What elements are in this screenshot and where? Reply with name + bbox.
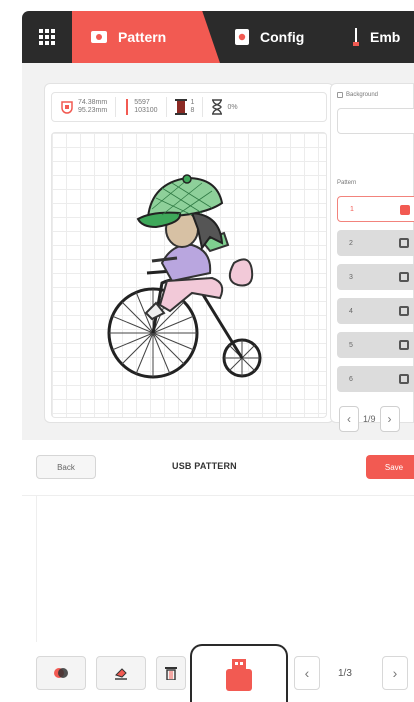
pattern-item[interactable]: 4 [337,298,414,324]
delete-button[interactable] [156,656,186,690]
trash-icon [165,667,177,680]
embroidery-design [107,174,262,379]
usb-source-tab[interactable] [190,644,288,702]
pattern-item[interactable]: 3 [337,264,414,290]
thread-info: 1 8 [167,97,204,117]
emb-icon [353,28,359,46]
delete-icon[interactable] [399,306,409,316]
bottom-toolbar: ‹ 1/3 › [22,644,414,702]
colors-icon [54,668,68,678]
background-checkbox[interactable] [337,92,343,98]
delete-icon[interactable] [399,374,409,384]
next-page-button[interactable]: › [379,406,400,432]
usb-page-indicator: 1/3 [338,668,352,679]
delete-icon[interactable] [399,340,409,350]
time-progress: 0% [227,103,238,111]
size-width: 74.38mm [78,99,108,106]
usb-next-page-button[interactable]: › [382,656,408,690]
background-selector[interactable] [337,108,414,134]
usb-icon [226,659,252,691]
main-panel: 74.38mm 95.23mm 5597 103100 1 8 0% Backg… [22,63,414,440]
size-height: 95.23mm [78,107,108,114]
pattern-pager: ‹ 1/9 › [339,406,400,432]
chevron-left-icon: ‹ [347,412,351,426]
config-icon [235,29,249,45]
usb-prev-page-button[interactable]: ‹ [294,656,320,690]
delete-icon[interactable] [400,205,410,215]
thread-spool-icon [174,99,187,115]
tab-pattern[interactable]: Pattern [72,11,220,63]
tab-emb[interactable]: Emb [340,11,414,63]
menu-button[interactable] [22,11,72,63]
tab-pattern-label: Pattern [118,29,167,45]
pattern-list: 1 2 3 4 5 6 [337,196,414,400]
thread-total: 8 [190,107,195,114]
pattern-item[interactable]: 2 [337,230,414,256]
delete-icon[interactable] [399,238,409,248]
chevron-right-icon: › [387,412,392,426]
delete-icon[interactable] [399,272,409,282]
background-label: Background [337,92,378,98]
pattern-info-row: 74.38mm 95.23mm 5597 103100 1 8 0% [51,92,327,122]
prev-page-button[interactable]: ‹ [339,406,359,432]
eraser-icon [115,668,127,680]
tab-config-label: Config [260,29,305,45]
thread-current: 1 [190,99,195,106]
tab-config[interactable]: Config [220,11,340,63]
hoop-icon [61,101,73,114]
usb-header: Back USB PATTERN Save [22,440,414,496]
pattern-icon [91,31,107,43]
pattern-page-indicator: 1/9 [363,414,376,424]
color-button[interactable] [36,656,86,690]
hourglass-icon [212,99,223,115]
pattern-item[interactable]: 1 [337,196,414,222]
pattern-canvas[interactable] [51,132,327,418]
chevron-left-icon: ‹ [304,665,310,681]
stitch-total: 103100 [134,107,158,114]
time-info: 0% [203,97,245,117]
chevron-right-icon: › [392,665,398,681]
pattern-list-label: Pattern [337,180,357,186]
grid-menu-icon [39,29,55,45]
usb-title: USB PATTERN [172,461,237,471]
size-info: 74.38mm 95.23mm [52,97,117,117]
pattern-list-card: Background Pattern 1 2 3 4 5 6 ‹ 1/9 › [330,83,414,432]
pattern-item[interactable]: 5 [337,332,414,358]
save-button[interactable]: Save [366,455,414,479]
back-button[interactable]: Back [36,455,96,479]
stitch-current: 5597 [134,99,150,106]
tab-emb-label: Emb [370,29,401,45]
eraser-button[interactable] [96,656,146,690]
top-bar: Pattern Config Emb [22,11,414,63]
usb-pattern-panel: Back USB PATTERN Save ‹ 1/3 › [22,440,414,702]
needle-icon [126,99,129,115]
pattern-item[interactable]: 6 [337,366,414,392]
stitch-info: 5597 103100 [116,97,167,117]
usb-file-list[interactable] [36,496,414,642]
pattern-preview-card: 74.38mm 95.23mm 5597 103100 1 8 0% [44,83,334,423]
